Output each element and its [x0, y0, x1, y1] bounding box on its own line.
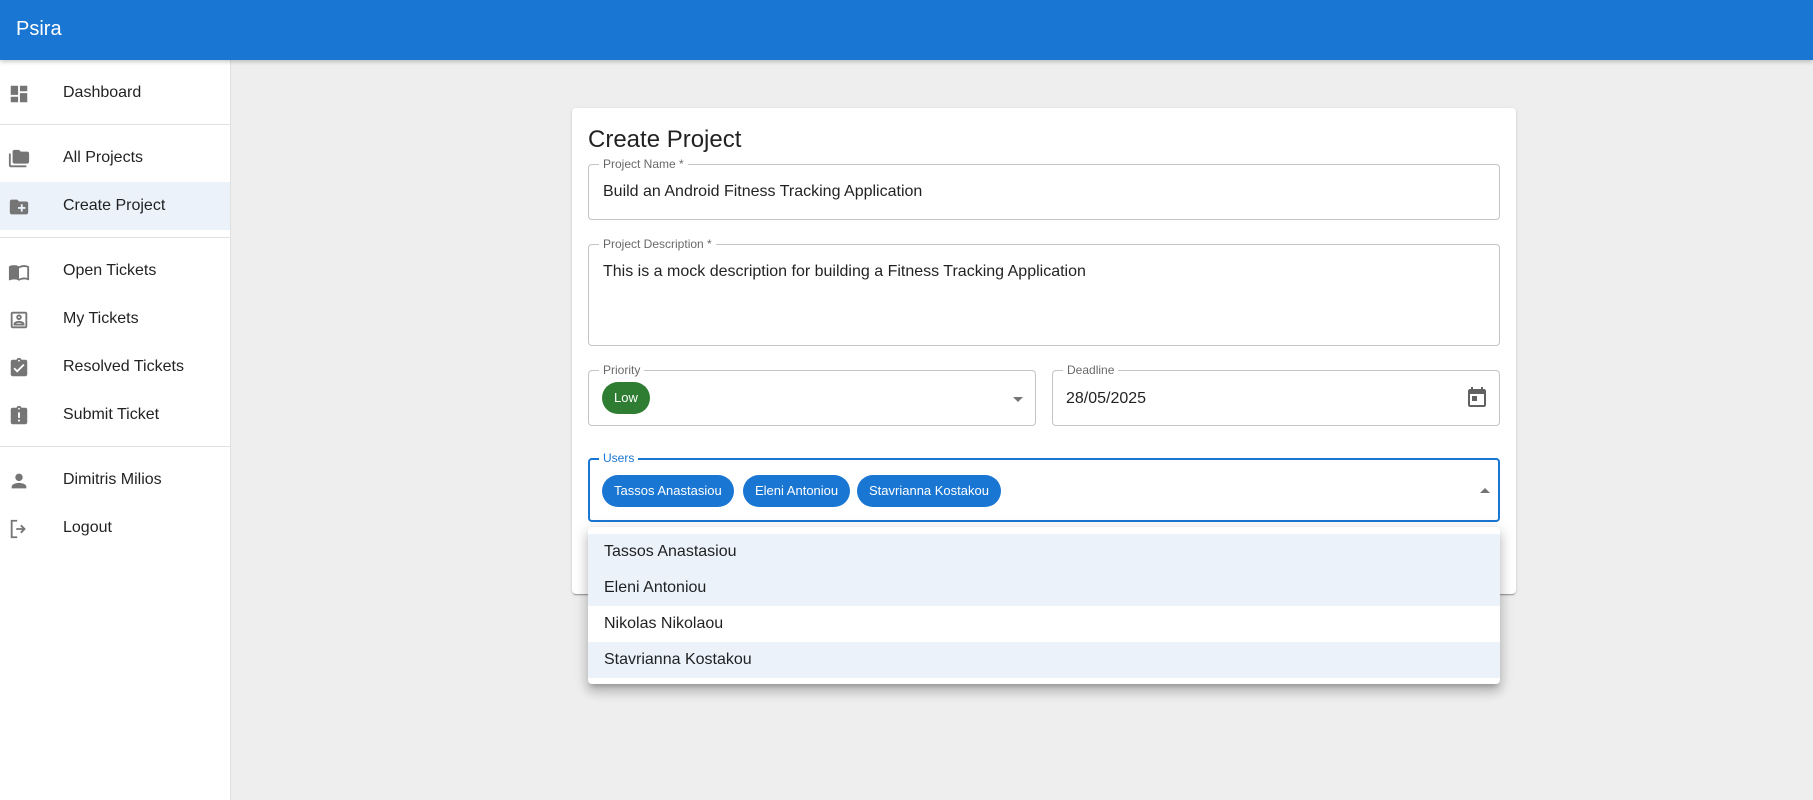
- assignment-check-icon: [8, 357, 30, 379]
- sidebar-item-open-tickets[interactable]: Open Tickets: [0, 247, 230, 295]
- project-description-label: Project Description *: [599, 237, 716, 251]
- user-option[interactable]: Nikolas Nikolaou: [588, 606, 1500, 642]
- sidebar: Dashboard All Projects Create Project Op…: [0, 60, 231, 800]
- sidebar-item-profile[interactable]: Dimitris Milios: [0, 456, 230, 504]
- sidebar-item-label: Resolved Tickets: [63, 358, 184, 375]
- sidebar-item-label: Open Tickets: [63, 262, 157, 279]
- sidebar-divider: [0, 446, 230, 447]
- deadline-field[interactable]: Deadline 28/05/2025: [1052, 363, 1500, 426]
- project-name-field[interactable]: Project Name * Build an Android Fitness …: [588, 157, 1500, 220]
- dashboard-icon: [8, 83, 30, 105]
- users-dropdown-menu: Tassos Anastasiou Eleni Antoniou Nikolas…: [588, 527, 1500, 684]
- project-description-field[interactable]: Project Description * This is a mock des…: [588, 237, 1500, 346]
- user-chip[interactable]: Eleni Antoniou: [743, 475, 851, 507]
- sidebar-item-label: Logout: [63, 519, 112, 536]
- project-name-label: Project Name *: [599, 157, 688, 171]
- user-option[interactable]: Tassos Anastasiou: [588, 534, 1500, 570]
- app-bar: Psira: [0, 0, 1813, 60]
- user-option[interactable]: Eleni Antoniou: [588, 570, 1500, 606]
- chevron-up-icon[interactable]: [1480, 488, 1490, 493]
- page-title: Create Project: [588, 126, 742, 153]
- deadline-value[interactable]: 28/05/2025: [1066, 389, 1146, 409]
- priority-label: Priority: [599, 363, 645, 377]
- sidebar-item-label: Create Project: [63, 197, 166, 214]
- person-icon: [8, 470, 30, 492]
- user-chip[interactable]: Stavrianna Kostakou: [857, 475, 1001, 507]
- chevron-down-icon[interactable]: [1013, 397, 1023, 402]
- sidebar-item-my-tickets[interactable]: My Tickets: [0, 295, 230, 343]
- sidebar-item-logout[interactable]: Logout: [0, 504, 230, 552]
- users-select[interactable]: Users Tassos Anastasiou Eleni Antoniou S…: [588, 451, 1500, 522]
- sidebar-item-label: Submit Ticket: [63, 406, 160, 423]
- users-label: Users: [599, 451, 639, 465]
- sidebar-item-label: Dimitris Milios: [63, 471, 162, 488]
- calendar-icon[interactable]: [1465, 386, 1489, 410]
- open-book-icon: [8, 261, 30, 283]
- contact-page-icon: [8, 309, 30, 331]
- deadline-label: Deadline: [1063, 363, 1119, 377]
- priority-chip: Low: [602, 382, 650, 414]
- user-option[interactable]: Stavrianna Kostakou: [588, 642, 1500, 678]
- sidebar-item-label: My Tickets: [63, 310, 139, 327]
- create-folder-icon: [8, 196, 30, 218]
- priority-select[interactable]: Priority Low: [588, 363, 1036, 426]
- sidebar-item-label: Dashboard: [63, 84, 142, 101]
- project-description-value[interactable]: This is a mock description for building …: [603, 262, 1086, 282]
- sidebar-item-resolved-tickets[interactable]: Resolved Tickets: [0, 343, 230, 391]
- user-chip[interactable]: Tassos Anastasiou: [602, 475, 734, 507]
- logout-icon: [8, 518, 30, 540]
- assignment-late-icon: [8, 405, 30, 427]
- project-name-value[interactable]: Build an Android Fitness Tracking Applic…: [603, 182, 922, 202]
- app-title: Psira: [16, 18, 62, 40]
- sidebar-divider: [0, 124, 230, 125]
- sidebar-divider: [0, 237, 230, 238]
- create-project-card: Create Project Project Name * Build an A…: [572, 108, 1516, 594]
- folders-icon: [8, 148, 30, 170]
- sidebar-item-all-projects[interactable]: All Projects: [0, 134, 230, 182]
- sidebar-item-label: All Projects: [63, 149, 144, 166]
- sidebar-item-submit-ticket[interactable]: Submit Ticket: [0, 391, 230, 439]
- sidebar-item-create-project[interactable]: Create Project: [0, 182, 230, 230]
- sidebar-item-dashboard[interactable]: Dashboard: [0, 69, 230, 117]
